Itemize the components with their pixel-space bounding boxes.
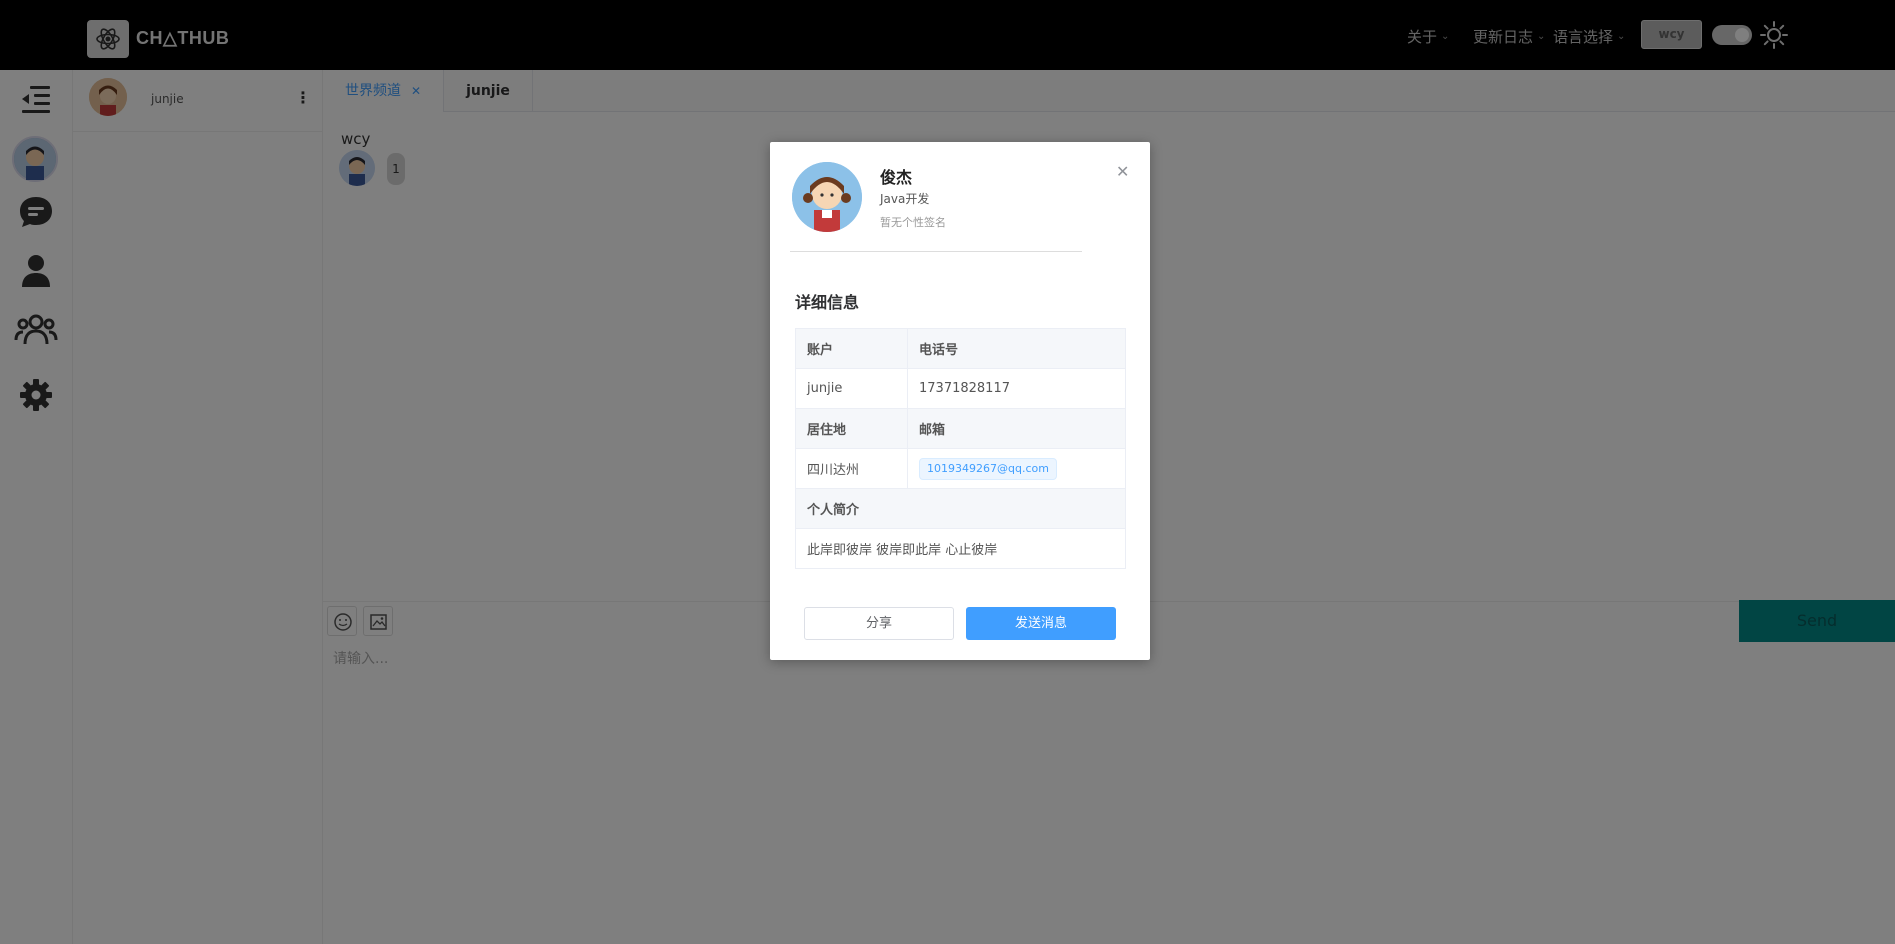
account-label: 账户 — [795, 328, 908, 369]
phone-value: 17371828117 — [907, 368, 1126, 409]
bio-label: 个人简介 — [795, 488, 1126, 529]
send-message-button[interactable]: 发送消息 — [966, 607, 1116, 640]
phone-label: 电话号 — [907, 328, 1126, 369]
avatar-girl-icon — [792, 162, 862, 232]
email-label: 邮箱 — [907, 408, 1126, 449]
residence-value: 四川达州 — [795, 448, 908, 489]
user-profile-dialog: 俊杰 Java开发 暂无个性签名 ✕ 详细信息 账户 电话号 junjie 17… — [770, 142, 1150, 660]
section-title: 详细信息 — [795, 293, 860, 312]
email-cell: 1019349267@qq.com — [907, 448, 1126, 489]
profile-avatar — [792, 162, 862, 232]
bio-value: 此岸即彼岸 彼岸即此岸 心止彼岸 — [795, 528, 1126, 569]
profile-name: 俊杰 — [880, 168, 913, 187]
profile-title: Java开发 — [880, 192, 930, 206]
profile-signature: 暂无个性签名 — [880, 216, 946, 229]
divider — [790, 251, 1082, 252]
residence-label: 居住地 — [795, 408, 908, 449]
share-button[interactable]: 分享 — [804, 607, 954, 640]
close-icon[interactable]: ✕ — [1116, 162, 1129, 181]
profile-details-table: 账户 电话号 junjie 17371828117 居住地 邮箱 四川达州 10… — [795, 328, 1126, 569]
email-tag[interactable]: 1019349267@qq.com — [919, 457, 1057, 480]
account-value: junjie — [795, 368, 908, 409]
